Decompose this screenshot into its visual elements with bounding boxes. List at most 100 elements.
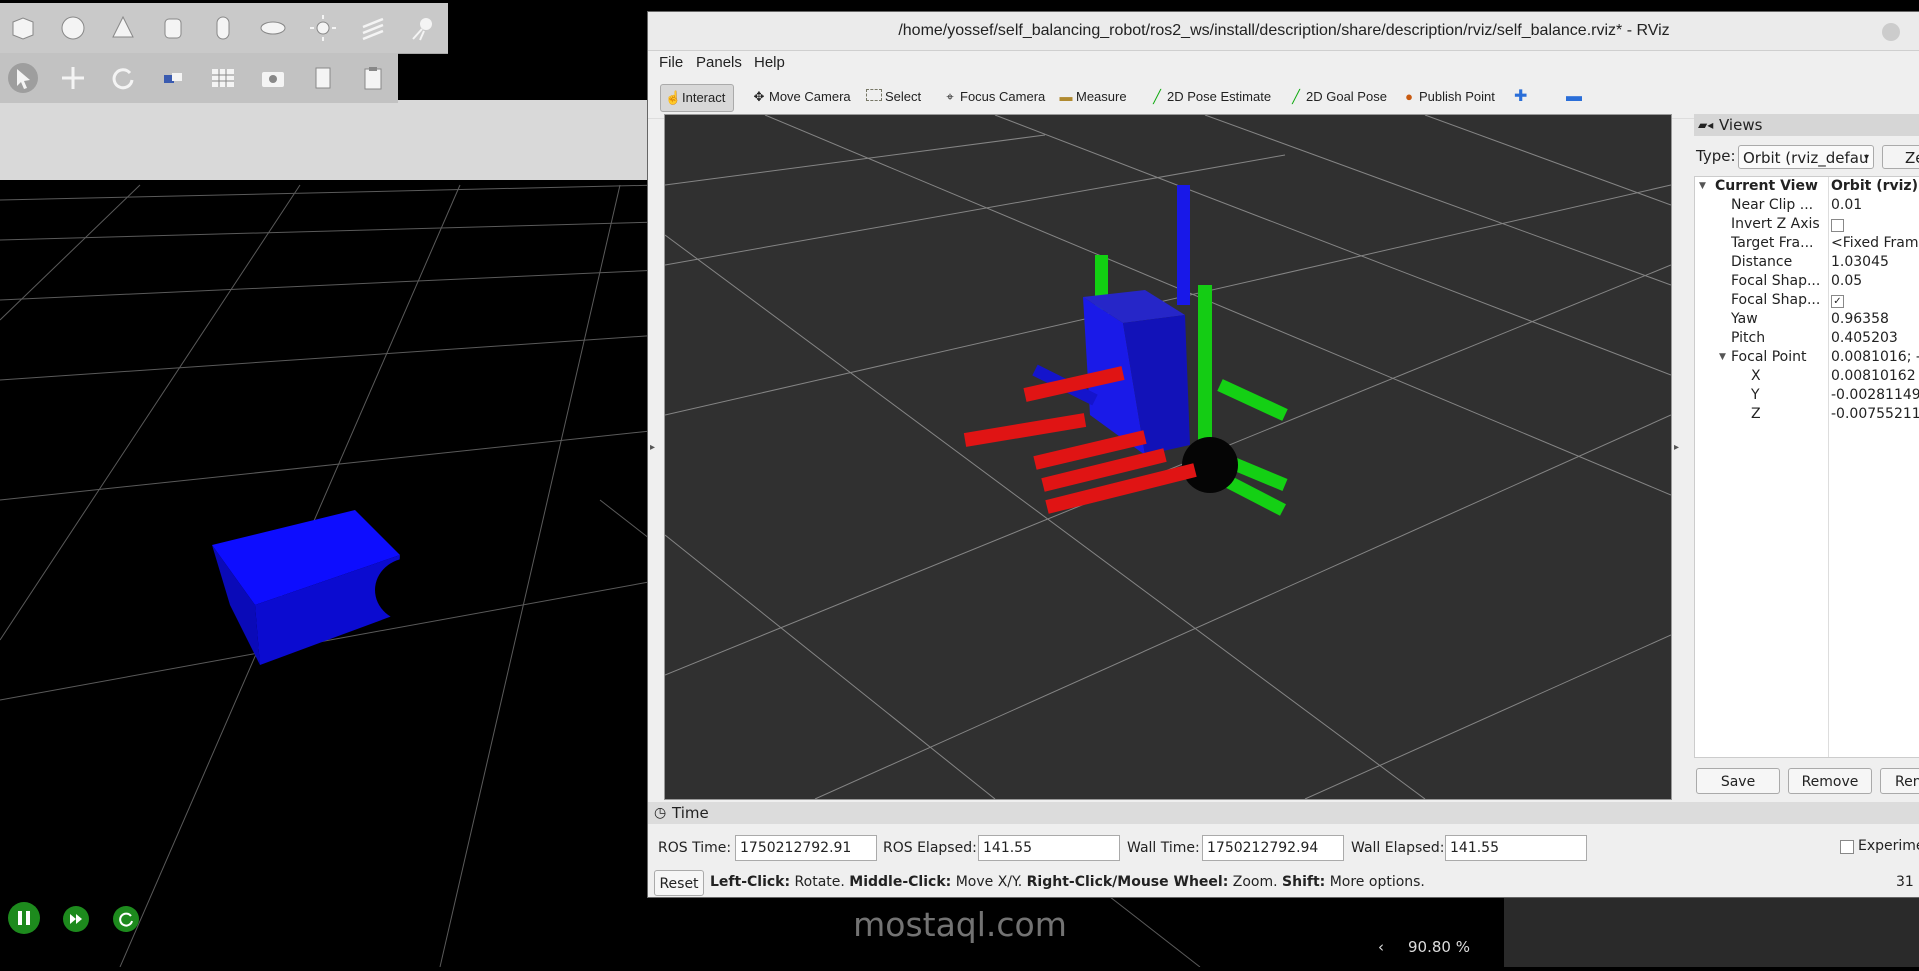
tree-row-focal-point[interactable]: ▼ Focal Point 0.0081016; -0 — [1695, 348, 1919, 367]
paste-icon[interactable] — [358, 63, 388, 93]
wall-elapsed-field[interactable]: 141.55 — [1445, 835, 1587, 861]
tree-row-current-view[interactable]: ▼ Current View Orbit (rviz) — [1695, 177, 1919, 196]
capsule-icon[interactable] — [208, 13, 238, 43]
remove-tool-button[interactable]: ▬ — [1566, 84, 1582, 110]
rviz-window: /home/yossef/self_balancing_robot/ros2_w… — [647, 11, 1919, 898]
screenshot-icon[interactable] — [258, 63, 288, 93]
reset-world-button[interactable] — [113, 906, 139, 932]
remove-view-button[interactable]: Remove — [1788, 768, 1872, 794]
map-pin-icon: ● — [1405, 89, 1413, 104]
rename-view-button[interactable]: Ren — [1880, 768, 1919, 794]
copy-icon[interactable] — [308, 63, 338, 93]
add-tool-button[interactable]: ✚ — [1514, 84, 1527, 110]
tool-publish-point[interactable]: ● Publish Point — [1402, 84, 1495, 110]
tool-interact[interactable]: ☝Interact — [660, 84, 735, 112]
view-type-row: Type: Orbit (rviz_defau ▾ Ze — [1694, 142, 1919, 172]
hint-rotate: Rotate. — [790, 874, 850, 890]
expand-arrow-icon[interactable]: ▼ — [1719, 348, 1726, 367]
minus-icon: ▬ — [1566, 88, 1582, 105]
sun-icon[interactable] — [308, 13, 338, 43]
gazebo-shapes-toolbar — [0, 3, 448, 54]
invert-z-checkbox[interactable] — [1831, 219, 1844, 232]
box-icon[interactable] — [8, 13, 38, 43]
focal-shape-checkbox[interactable]: ✓ — [1831, 295, 1844, 308]
tree-row-pitch[interactable]: Pitch 0.405203 — [1695, 329, 1919, 348]
rtf-expand-arrow[interactable]: ‹ — [1378, 938, 1384, 956]
rotate-icon[interactable] — [108, 63, 138, 93]
tree-row-invert-z[interactable]: Invert Z Axis — [1695, 215, 1919, 234]
tool-2d-goal-pose[interactable]: ╱ 2D Goal Pose — [1289, 84, 1387, 110]
expand-arrow-icon[interactable]: ▼ — [1699, 177, 1706, 196]
experimental-checkbox[interactable] — [1840, 840, 1854, 854]
tree-row-yaw[interactable]: Yaw 0.96358 — [1695, 310, 1919, 329]
clock-icon: ◷ — [654, 805, 667, 821]
fps-counter: 31 — [1896, 874, 1914, 890]
grid-icon[interactable] — [208, 63, 238, 93]
snap-icon[interactable] — [158, 63, 188, 93]
ros-time-field[interactable]: 1750212792.91 — [735, 835, 877, 861]
cone-icon[interactable] — [108, 13, 138, 43]
rviz-3d-render-view[interactable] — [664, 114, 1672, 800]
views-panel: ▰◂ Views Type: Orbit (rviz_defau ▾ Ze ▼ … — [1694, 114, 1919, 798]
real-time-factor: 90.80 % — [1408, 938, 1470, 956]
tool-2d-pose-estimate[interactable]: ╱ 2D Pose Estimate — [1150, 84, 1271, 110]
ellipsoid-icon[interactable] — [258, 13, 288, 43]
property-name: Pitch — [1731, 330, 1766, 346]
tool-move-camera[interactable]: ✥ Move Camera — [752, 84, 851, 110]
tree-row-z[interactable]: Z -0.00755211 — [1695, 405, 1919, 424]
fast-forward-icon — [70, 914, 82, 924]
ros-time-label: ROS Time: — [658, 840, 732, 856]
hint-middle-click: Middle-Click: — [849, 874, 952, 890]
tree-row-focal-shape-size[interactable]: Focal Shap... 0.05 — [1695, 272, 1919, 291]
tool-measure[interactable]: ▬ Measure — [1059, 84, 1127, 110]
move-camera-icon: ✥ — [753, 89, 765, 104]
wall-time-field[interactable]: 1750212792.94 — [1202, 835, 1344, 861]
view-type-select[interactable]: Orbit (rviz_defau ▾ — [1738, 145, 1874, 169]
collapse-right-handle[interactable]: ▸ — [1674, 442, 1679, 453]
tree-row-x[interactable]: X 0.00810162 — [1695, 367, 1919, 386]
time-panel-header: ◷ Time — [648, 802, 1919, 824]
collapse-left-handle[interactable]: ▸ — [650, 442, 655, 453]
cylinder-icon[interactable] — [158, 13, 188, 43]
menu-file[interactable]: File — [659, 54, 683, 71]
zero-button[interactable]: Ze — [1882, 145, 1919, 169]
time-panel: ◷ Time ROS Time: 1750212792.91 ROS Elaps… — [648, 802, 1919, 897]
tree-row-target-frame[interactable]: Target Fra... <Fixed Frame — [1695, 234, 1919, 253]
reset-button[interactable]: Reset — [654, 870, 704, 896]
hint-left-click: Left-Click: — [710, 874, 791, 890]
gazebo-side-panel — [1504, 895, 1919, 967]
spot-light-icon[interactable] — [408, 13, 438, 43]
ros-elapsed-field[interactable]: 141.55 — [978, 835, 1120, 861]
ruler-icon: ▬ — [1059, 89, 1073, 104]
property-value: <Fixed Frame — [1831, 235, 1919, 251]
tree-row-distance[interactable]: Distance 1.03045 — [1695, 253, 1919, 272]
menu-panels[interactable]: Panels — [696, 54, 742, 71]
wall-elapsed-label: Wall Elapsed: — [1351, 840, 1445, 856]
select-icon — [866, 89, 882, 101]
select-arrow-icon[interactable] — [8, 63, 38, 93]
translate-icon[interactable] — [58, 63, 88, 93]
step-forward-button[interactable] — [63, 906, 89, 932]
directional-light-icon[interactable] — [358, 13, 388, 43]
refresh-icon — [119, 912, 133, 927]
tool-focus-camera[interactable]: ⌖ Focus Camera — [943, 84, 1045, 110]
tree-row-near-clip[interactable]: Near Clip ... 0.01 — [1695, 196, 1919, 215]
menu-help[interactable]: Help — [754, 54, 785, 71]
tree-row-y[interactable]: Y -0.00281149 — [1695, 386, 1919, 405]
tool-bar: ☝Interact ✥ Move Camera Select ⌖ Focus Cam… — [648, 76, 1919, 119]
tool-label: 2D Pose Estimate — [1167, 89, 1272, 104]
status-hint: Left-Click: Rotate. Middle-Click: Move X… — [710, 874, 1425, 890]
green-arrow-icon: ╱ — [1153, 89, 1161, 104]
pause-button[interactable] — [8, 902, 40, 934]
tree-row-focal-shape-fixed[interactable]: Focal Shap... ✓ — [1695, 291, 1919, 310]
property-value: -0.00281149 — [1831, 387, 1919, 403]
plus-icon: ✚ — [1514, 88, 1528, 105]
minimize-button[interactable] — [1882, 23, 1900, 41]
sphere-icon[interactable] — [58, 13, 88, 43]
hint-right-click: Right-Click/Mouse Wheel: — [1026, 874, 1229, 890]
tool-select[interactable]: Select — [866, 84, 921, 110]
save-view-button[interactable]: Save — [1696, 768, 1780, 794]
hint-shift: Shift: — [1282, 874, 1326, 890]
property-name: Y — [1751, 387, 1760, 403]
property-name: Focal Shap... — [1731, 273, 1821, 289]
